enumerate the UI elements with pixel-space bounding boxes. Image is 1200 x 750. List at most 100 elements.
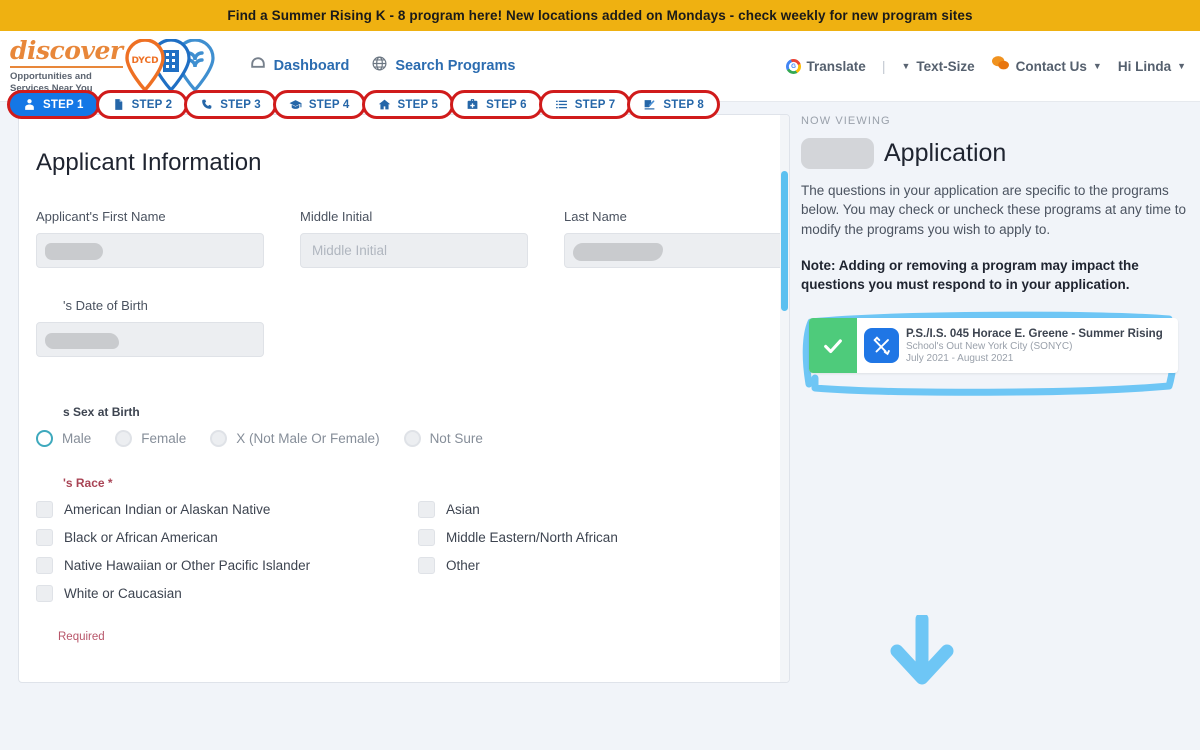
arrow-annotation xyxy=(890,615,954,685)
form-scrollbar-thumb[interactable] xyxy=(781,171,788,311)
first-name-label: Applicant's First Name xyxy=(36,209,166,224)
step-tab-1[interactable]: STEP 1 xyxy=(7,90,100,119)
required-note: Required xyxy=(58,631,105,643)
last-name-input[interactable] xyxy=(564,233,789,268)
step-tab-7[interactable]: STEP 7 xyxy=(538,90,632,119)
graduation-cap-icon xyxy=(289,100,302,109)
middle-initial-placeholder: Middle Initial xyxy=(312,243,388,258)
checkbox-middle-eastern[interactable]: Middle Eastern/North African xyxy=(418,529,618,546)
step-tab-2-label: STEP 2 xyxy=(131,98,173,111)
program-selected-check[interactable] xyxy=(809,318,857,374)
checkbox-other[interactable]: Other xyxy=(418,557,618,574)
checkbox-asian-label: Asian xyxy=(446,502,480,517)
radio-dot-icon xyxy=(403,430,421,447)
checkbox-icon xyxy=(418,501,435,518)
applicant-form: Applicant Information Applicant's First … xyxy=(19,115,789,682)
step-tab-4-label: STEP 4 xyxy=(308,98,350,111)
gauge-icon xyxy=(249,55,267,78)
sex-at-birth-label: s Sex at Birth xyxy=(63,405,140,419)
race-group: 's Race * American Indian or Alaskan Nat… xyxy=(36,476,759,602)
checkbox-white-caucasian[interactable]: White or Caucasian xyxy=(36,585,418,602)
checkbox-native-hawaiian[interactable]: Native Hawaiian or Other Pacific Islande… xyxy=(36,557,418,574)
step-tab-1-label: STEP 1 xyxy=(43,98,84,111)
last-name-label: Last Name xyxy=(564,209,627,224)
program-icon-wrap xyxy=(857,318,906,373)
step-tab-4[interactable]: STEP 4 xyxy=(272,90,366,119)
medical-kit-icon xyxy=(467,99,478,109)
page-title: Applicant Information xyxy=(36,149,262,176)
contact-us-label: Contact Us xyxy=(1015,58,1087,74)
checkbox-icon xyxy=(36,585,53,602)
radio-male-label: Male xyxy=(62,431,92,446)
first-name-input[interactable] xyxy=(36,233,264,268)
program-card[interactable]: P.S./I.S. 045 Horace E. Greene - Summer … xyxy=(809,318,1178,374)
promo-banner: Find a Summer Rising K - 8 program here!… xyxy=(0,0,1200,31)
translate-control[interactable]: Translate xyxy=(785,58,866,74)
checkbox-icon xyxy=(36,529,53,546)
nav-dashboard[interactable]: Dashboard xyxy=(249,55,349,78)
redaction-blob xyxy=(801,138,874,169)
step-tab-7-label: STEP 7 xyxy=(574,98,616,111)
chevron-down-icon: ▼ xyxy=(901,61,911,71)
program-dates: July 2021 - August 2021 xyxy=(906,352,1014,364)
checkbox-middle-eastern-label: Middle Eastern/North African xyxy=(446,530,618,545)
nav-search-programs[interactable]: Search Programs xyxy=(371,55,515,77)
person-icon xyxy=(25,99,34,110)
chevron-down-icon: ▼ xyxy=(1177,61,1186,71)
radio-dot-icon xyxy=(36,430,53,447)
nav-divider: | xyxy=(881,58,886,74)
text-size-control[interactable]: ▼ Text-Size xyxy=(901,59,974,74)
redaction-blob xyxy=(573,243,663,261)
step-tab-2[interactable]: STEP 2 xyxy=(95,90,189,119)
step-tab-8[interactable]: STEP 8 xyxy=(627,90,720,119)
step-tab-8-label: STEP 8 xyxy=(663,98,704,111)
home-icon xyxy=(378,99,390,110)
page-body: STEP 1 STEP 2 STEP 3 STEP 4 STEP 5 STEP xyxy=(0,90,1200,750)
chat-bubbles-icon xyxy=(991,55,1010,77)
race-options: American Indian or Alaskan Native Black … xyxy=(36,501,759,602)
race-column-1: American Indian or Alaskan Native Black … xyxy=(36,501,418,602)
utility-nav: Translate | ▼ Text-Size Contact Us ▼ Hi … xyxy=(785,31,1186,101)
race-column-2: Asian Middle Eastern/North African Other xyxy=(418,501,618,602)
document-icon xyxy=(114,99,122,110)
translate-label: Translate xyxy=(806,58,866,74)
nav-search-programs-label: Search Programs xyxy=(395,58,516,74)
form-scrollbar[interactable] xyxy=(780,115,789,682)
sidebar-description: The questions in your application are sp… xyxy=(801,183,1186,237)
checkbox-american-indian-label: American Indian or Alaskan Native xyxy=(64,502,271,517)
form-column: STEP 1 STEP 2 STEP 3 STEP 4 STEP 5 STEP xyxy=(0,90,790,750)
contact-us-menu[interactable]: Contact Us ▼ xyxy=(991,55,1102,77)
step-tab-5[interactable]: STEP 5 xyxy=(361,90,455,119)
radio-x-not-male-or-female[interactable]: X (Not Male Or Female) xyxy=(210,430,380,447)
signature-icon xyxy=(645,100,655,110)
sex-at-birth-options: Male Female X (Not Male Or Female) Not S… xyxy=(36,430,759,447)
radio-female[interactable]: Female xyxy=(115,430,186,447)
step-tab-6[interactable]: STEP 6 xyxy=(450,90,543,119)
sidebar-note: Note: Adding or removing a program may i… xyxy=(801,257,1139,293)
step-tab-3[interactable]: STEP 3 xyxy=(184,90,277,119)
middle-initial-input[interactable]: Middle Initial xyxy=(300,233,528,268)
checkbox-american-indian[interactable]: American Indian or Alaskan Native xyxy=(36,501,418,518)
primary-nav: Dashboard Search Programs xyxy=(249,55,515,78)
user-menu[interactable]: Hi Linda ▼ xyxy=(1118,59,1186,74)
middle-initial-field: Middle Initial Middle Initial xyxy=(300,209,528,268)
date-of-birth-input[interactable] xyxy=(36,322,264,357)
first-name-field: Applicant's First Name xyxy=(36,209,264,268)
svg-text:DYCD: DYCD xyxy=(131,56,158,66)
logo-pins: DYCD xyxy=(119,37,227,95)
site-logo[interactable]: discover Opportunities and Services Near… xyxy=(10,37,227,95)
google-g-icon xyxy=(785,58,801,74)
step-nav: STEP 1 STEP 2 STEP 3 STEP 4 STEP 5 STEP xyxy=(0,90,790,119)
checkbox-asian[interactable]: Asian xyxy=(418,501,618,518)
form-card: Applicant Information Applicant's First … xyxy=(18,114,790,683)
middle-initial-label: Middle Initial xyxy=(300,209,373,224)
sidebar-title: Application xyxy=(884,139,1007,167)
checkbox-icon xyxy=(418,529,435,546)
program-organization: School's Out New York City (SONYC) xyxy=(906,340,1073,352)
radio-male[interactable]: Male xyxy=(36,430,91,447)
radio-not-sure[interactable]: Not Sure xyxy=(403,430,483,447)
checkbox-black-african-american[interactable]: Black or African American xyxy=(36,529,418,546)
program-card-text: P.S./I.S. 045 Horace E. Greene - Summer … xyxy=(906,318,1178,373)
redaction-blob xyxy=(45,243,103,260)
sidebar: NOW VIEWING Application The questions in… xyxy=(790,102,1200,750)
